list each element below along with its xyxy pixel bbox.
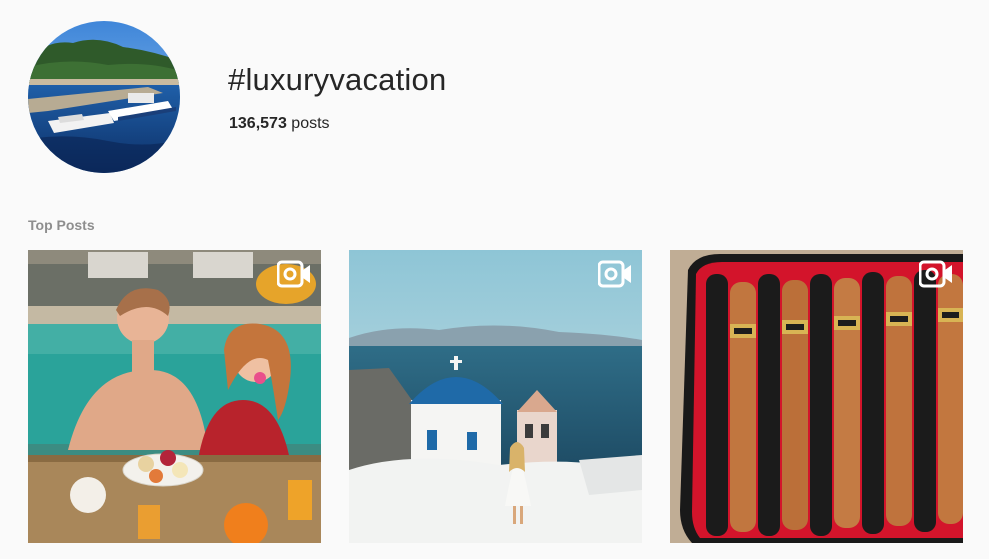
hashtag-page: #luxuryvacation 136,573 posts Top Posts <box>0 0 989 559</box>
hashtag-avatar[interactable] <box>28 21 180 173</box>
video-camera-icon <box>277 260 311 288</box>
hashtag-title: #luxuryvacation <box>228 62 447 97</box>
video-camera-icon <box>919 260 953 288</box>
harbor-boats-image <box>28 21 180 173</box>
couple-pool-breakfast-image <box>28 250 321 543</box>
post-count: 136,573 posts <box>229 114 330 134</box>
cigar-case-image <box>670 250 963 543</box>
santorini-blue-dome-image <box>349 250 642 543</box>
top-post-3[interactable] <box>670 250 963 543</box>
top-post-1[interactable] <box>28 250 321 543</box>
top-post-2[interactable] <box>349 250 642 543</box>
post-count-number: 136,573 <box>229 115 287 132</box>
post-count-suffix: posts <box>286 115 330 132</box>
top-posts-label: Top Posts <box>28 217 95 233</box>
video-camera-icon <box>598 260 632 288</box>
